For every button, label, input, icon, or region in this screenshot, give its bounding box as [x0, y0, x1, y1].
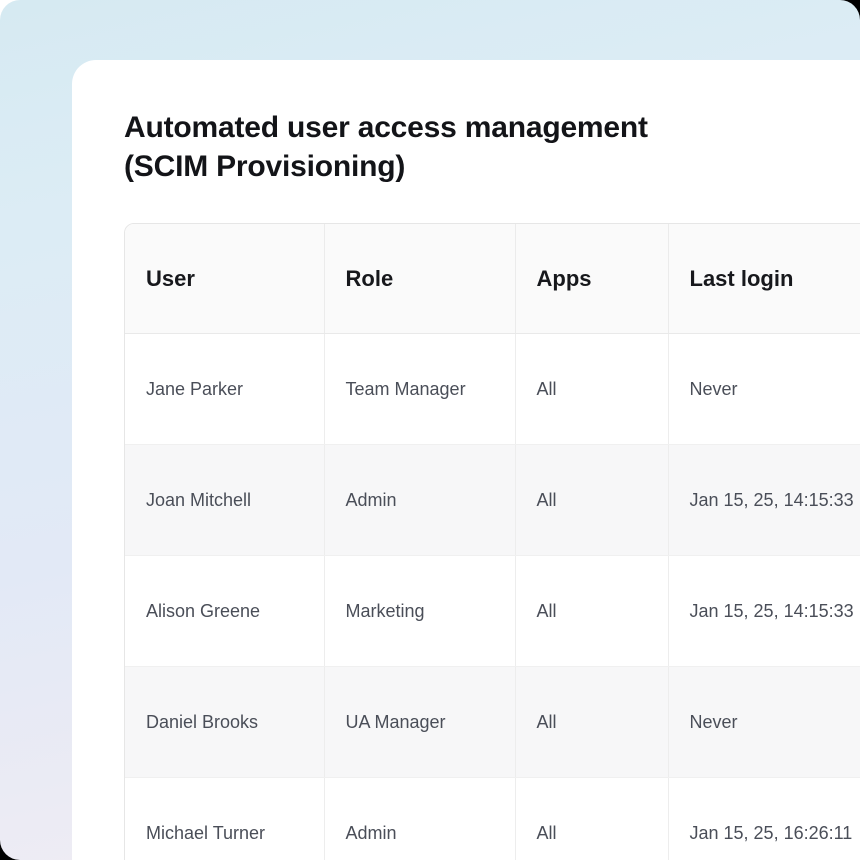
column-header-user: User: [125, 224, 324, 334]
cell-last_login: Never: [668, 667, 860, 778]
page-title: Automated user access management (SCIM P…: [124, 108, 724, 186]
cell-last_login: Jan 15, 25, 14:15:33: [668, 445, 860, 556]
table-row: Jane ParkerTeam ManagerAllNever: [125, 334, 860, 445]
cell-apps: All: [515, 667, 668, 778]
cell-apps: All: [515, 445, 668, 556]
cell-role: UA Manager: [324, 667, 515, 778]
cell-user: Jane Parker: [125, 334, 324, 445]
cell-role: Team Manager: [324, 334, 515, 445]
cell-apps: All: [515, 556, 668, 667]
table-header-row: UserRoleAppsLast login: [125, 224, 860, 334]
screenshot-stage: Automated user access management (SCIM P…: [0, 0, 860, 860]
table-header: UserRoleAppsLast login: [125, 224, 860, 334]
table-row: Joan MitchellAdminAllJan 15, 25, 14:15:3…: [125, 445, 860, 556]
table-body: Jane ParkerTeam ManagerAllNeverJoan Mitc…: [125, 334, 860, 860]
cell-last_login: Jan 15, 25, 16:26:11: [668, 778, 860, 860]
cell-apps: All: [515, 778, 668, 860]
user-access-table: UserRoleAppsLast login Jane ParkerTeam M…: [125, 224, 860, 860]
user-access-table-container: UserRoleAppsLast login Jane ParkerTeam M…: [124, 223, 860, 860]
table-row: Daniel BrooksUA ManagerAllNever: [125, 667, 860, 778]
cell-apps: All: [515, 334, 668, 445]
cell-role: Admin: [324, 778, 515, 860]
scim-provisioning-card: Automated user access management (SCIM P…: [72, 60, 860, 860]
column-header-apps: Apps: [515, 224, 668, 334]
cell-role: Marketing: [324, 556, 515, 667]
cell-user: Alison Greene: [125, 556, 324, 667]
cell-role: Admin: [324, 445, 515, 556]
column-header-role: Role: [324, 224, 515, 334]
cell-last_login: Never: [668, 334, 860, 445]
cell-user: Joan Mitchell: [125, 445, 324, 556]
cell-user: Daniel Brooks: [125, 667, 324, 778]
table-row: Michael TurnerAdminAllJan 15, 25, 16:26:…: [125, 778, 860, 860]
column-header-last_login: Last login: [668, 224, 860, 334]
cell-user: Michael Turner: [125, 778, 324, 860]
cell-last_login: Jan 15, 25, 14:15:33: [668, 556, 860, 667]
table-row: Alison GreeneMarketingAllJan 15, 25, 14:…: [125, 556, 860, 667]
